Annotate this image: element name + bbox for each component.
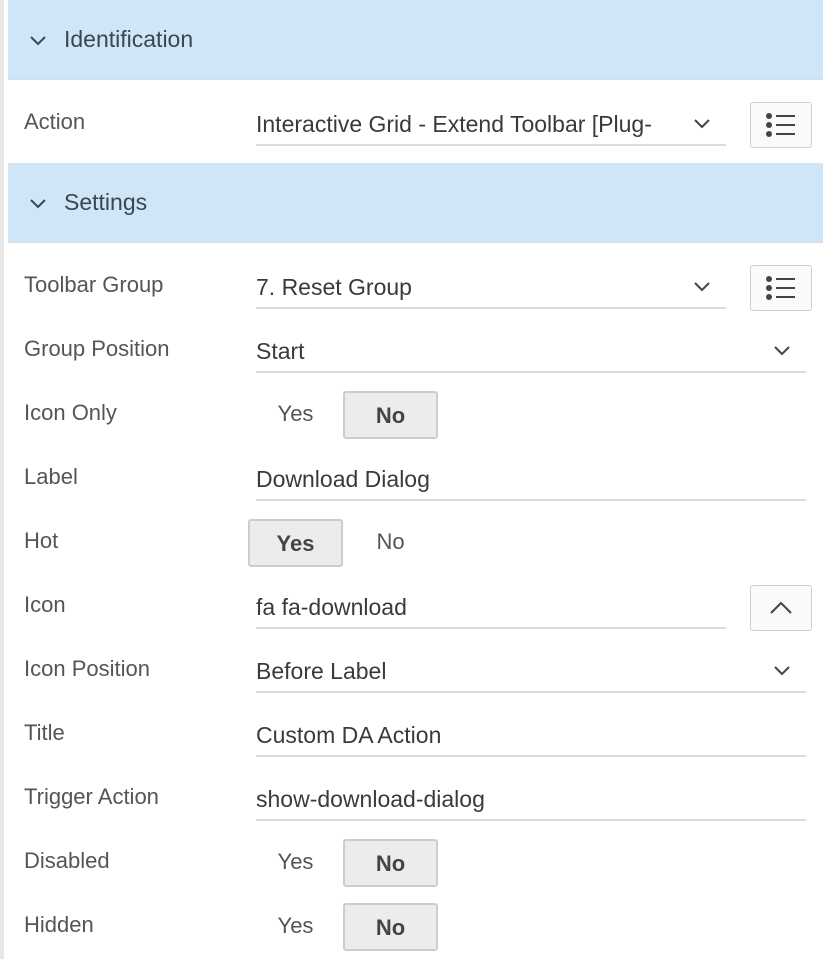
action-select[interactable]: Interactive Grid - Extend Toolbar [Plug- [256, 102, 726, 146]
chevron-down-icon [692, 116, 712, 132]
field-label: Trigger Action [24, 784, 159, 809]
chevron-down-icon [774, 666, 790, 676]
chevron-down-icon [30, 35, 46, 45]
disabled-no[interactable]: No [343, 839, 438, 887]
row-icon-only: Icon Only Yes No [8, 381, 823, 445]
group-position-select[interactable]: Start [256, 329, 806, 373]
title-input[interactable]: Custom DA Action [256, 713, 806, 757]
section-identification-header[interactable]: Identification [8, 0, 823, 80]
row-disabled: Disabled Yes No [8, 829, 823, 893]
row-label: Label Download Dialog [8, 445, 823, 509]
trigger-action-value: show-download-dialog [256, 786, 485, 812]
disabled-toggle: Yes No [248, 839, 438, 887]
title-value: Custom DA Action [256, 722, 442, 748]
row-title: Title Custom DA Action [8, 701, 823, 765]
hidden-yes[interactable]: Yes [248, 903, 343, 951]
field-label: Label [24, 464, 78, 489]
label-value: Download Dialog [256, 466, 430, 492]
hot-toggle: Yes No [248, 519, 438, 567]
hidden-no[interactable]: No [343, 903, 438, 951]
row-group-position: Group Position Start [8, 317, 823, 381]
section-title: Identification [64, 26, 194, 52]
icon-input[interactable]: fa fa-download [256, 585, 726, 629]
field-label: Icon Position [24, 656, 150, 681]
trigger-action-input[interactable]: show-download-dialog [256, 777, 806, 821]
chevron-down-icon [30, 198, 46, 208]
chevron-down-icon [774, 346, 790, 356]
disabled-yes[interactable]: Yes [248, 839, 343, 887]
list-icon [766, 276, 795, 300]
field-label: Hidden [24, 912, 94, 937]
toolbar-group-select[interactable]: 7. Reset Group [256, 265, 726, 309]
hot-no[interactable]: No [343, 519, 438, 567]
row-action: Action Interactive Grid - Extend Toolbar… [8, 90, 823, 154]
field-label: Hot [24, 528, 59, 553]
icon-only-toggle: Yes No [248, 391, 438, 439]
action-value: Interactive Grid - Extend Toolbar [Plug- [256, 111, 652, 137]
field-label: Disabled [24, 848, 110, 873]
field-label: Group Position [24, 336, 170, 361]
field-label: Toolbar Group [24, 272, 164, 297]
icon-picker-button[interactable] [750, 585, 812, 631]
field-label: Action [24, 109, 86, 134]
row-toolbar-group: Toolbar Group 7. Reset Group [8, 253, 823, 317]
row-trigger-action: Trigger Action show-download-dialog [8, 765, 823, 829]
field-label: Icon Only [24, 400, 117, 425]
icon-value: fa fa-download [256, 594, 407, 620]
row-hidden: Hidden Yes No [8, 893, 823, 957]
icon-position-select[interactable]: Before Label [256, 649, 806, 693]
icon-only-yes[interactable]: Yes [248, 391, 343, 439]
hidden-toggle: Yes No [248, 903, 438, 951]
property-editor-panel: Identification Action Interactive Grid -… [0, 0, 823, 959]
group-position-value: Start [256, 338, 305, 364]
toolbar-group-value: 7. Reset Group [256, 274, 412, 300]
section-title: Settings [64, 189, 148, 215]
field-label: Icon [24, 592, 66, 617]
chevron-down-icon [694, 282, 710, 292]
row-icon: Icon fa fa-download [8, 573, 823, 637]
section-settings-header[interactable]: Settings [8, 163, 823, 243]
toolbar-group-list-button[interactable] [750, 265, 812, 311]
chevron-up-icon [770, 601, 792, 614]
hot-yes[interactable]: Yes [248, 519, 343, 567]
action-list-button[interactable] [750, 102, 812, 148]
row-icon-position: Icon Position Before Label [8, 637, 823, 701]
row-hot: Hot Yes No [8, 509, 823, 573]
list-icon [766, 113, 795, 137]
icon-position-value: Before Label [256, 658, 387, 684]
field-label: Title [24, 720, 65, 745]
label-input[interactable]: Download Dialog [256, 457, 806, 501]
icon-only-no[interactable]: No [343, 391, 438, 439]
